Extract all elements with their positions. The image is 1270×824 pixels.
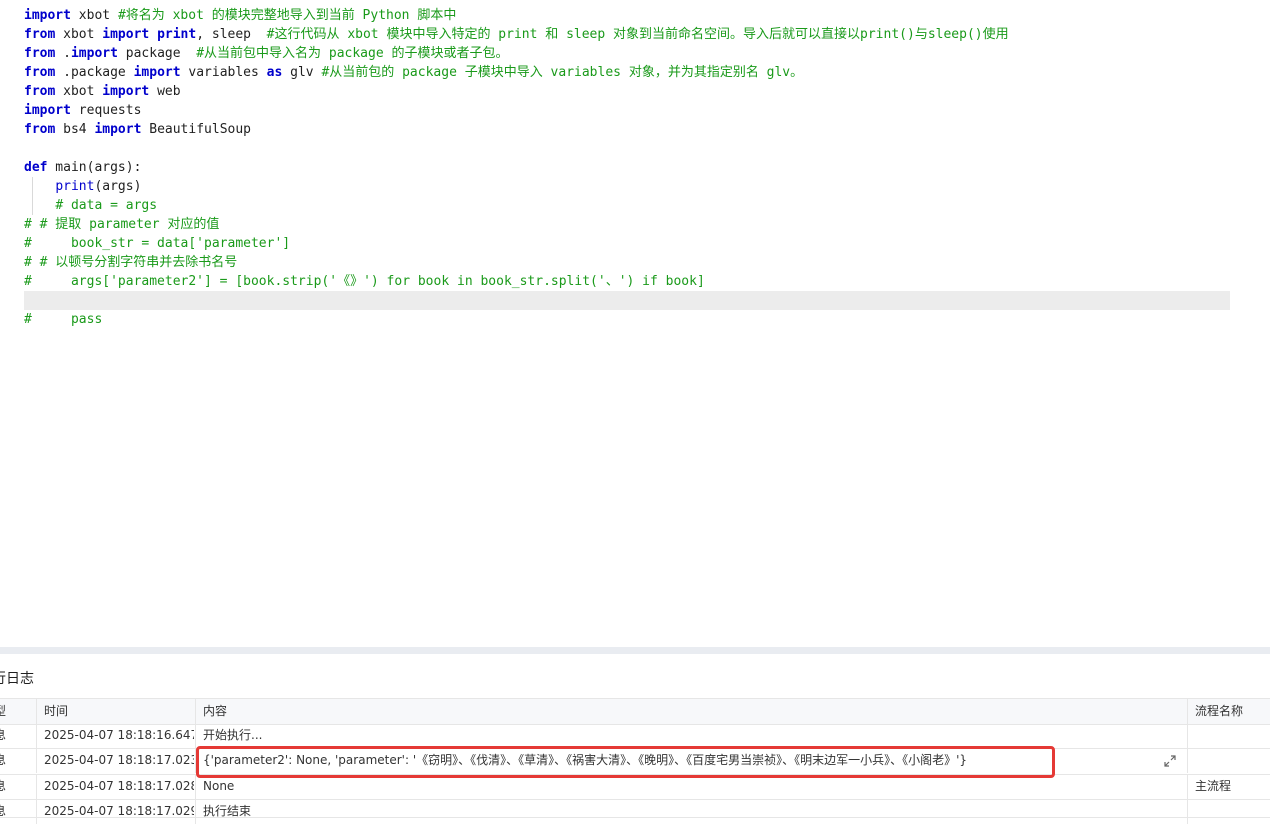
row-time: 2025-04-07 18:18:16.647 <box>44 728 194 742</box>
code-token: from <box>24 122 56 137</box>
code-token: main(args): <box>47 160 142 175</box>
highlight-box <box>196 746 1055 778</box>
code-line[interactable]: # args['parameter2'] = [book.strip('《》')… <box>24 272 705 291</box>
code-token: import <box>24 8 71 23</box>
code-token: xbot <box>55 27 103 42</box>
code-token: # args['parameter2'] = [book.strip('《》')… <box>24 274 705 289</box>
code-line[interactable]: from bs4 import BeautifulSoup <box>24 120 251 139</box>
row-content: 开始执行... <box>203 728 263 742</box>
code-line[interactable]: from xbot import print, sleep #这行代码从 xbo… <box>24 25 1009 44</box>
code-line[interactable]: import requests <box>24 101 141 120</box>
header-type: 型 <box>0 704 7 718</box>
row-flow <box>1195 723 1270 748</box>
code-line[interactable]: from .package import variables as glv #从… <box>24 63 803 82</box>
row-flow <box>1195 799 1270 824</box>
code-token: (args) <box>94 179 142 194</box>
code-token: #从当前包中导入名为 package 的子模块或者子包。 <box>196 46 509 61</box>
code-token: web <box>149 84 181 99</box>
header-time: 时间 <box>44 704 69 718</box>
code-token: requests <box>70 103 142 118</box>
code-token: xbot <box>55 84 103 99</box>
row-flow: 主流程 <box>1195 779 1232 793</box>
code-token: print <box>157 27 197 42</box>
code-token: from <box>24 84 56 99</box>
code-token: #从当前包的 package 子模块中导入 variables 对象，并为其指定… <box>321 65 804 80</box>
table-row[interactable]: 息 2025-04-07 18:18:17.029 执行结束 <box>0 799 1270 824</box>
code-token: variables <box>180 65 267 80</box>
code-token: #这行代码从 xbot 模块中导入特定的 print 和 sleep 对象到当前… <box>266 27 1009 42</box>
code-token: package <box>117 46 197 61</box>
code-token: import <box>102 84 150 99</box>
panel-divider[interactable] <box>0 647 1270 654</box>
code-line[interactable]: # pass <box>24 310 102 329</box>
code-token: import <box>24 103 71 118</box>
code-line[interactable]: def main(args): <box>24 158 141 177</box>
row-type: 息 <box>0 804 7 818</box>
code-token: , sleep <box>196 27 267 42</box>
code-line[interactable]: # book_str = data['parameter'] <box>24 234 290 253</box>
row-type: 息 <box>0 728 7 742</box>
code-token: xbot <box>70 8 118 23</box>
code-token: # pass <box>24 312 103 327</box>
row-time: 2025-04-07 18:18:17.023 <box>44 753 194 767</box>
code-token: print <box>55 179 95 194</box>
header-content: 内容 <box>203 704 228 718</box>
code-line[interactable]: # data = args <box>24 196 157 215</box>
row-flow <box>1195 748 1270 773</box>
log-panel-title: 行日志 <box>0 671 34 687</box>
code-token: BeautifulSoup <box>141 122 251 137</box>
row-content: 执行结束 <box>203 804 252 818</box>
expand-icon[interactable] <box>1164 755 1176 767</box>
code-line[interactable]: # # 提取 parameter 对应的值 <box>24 215 219 234</box>
code-token: import <box>102 27 150 42</box>
code-token: def <box>24 160 48 175</box>
code-token: import <box>133 65 181 80</box>
code-editor[interactable]: import xbot #将名为 xbot 的模块完整地导入到当前 Python… <box>0 0 1270 647</box>
code-token: # data = args <box>55 198 158 213</box>
code-line[interactable]: from .import package #从当前包中导入名为 package … <box>24 44 509 63</box>
code-token: from <box>24 27 56 42</box>
code-token: from <box>24 46 56 61</box>
row-time: 2025-04-07 18:18:17.029 <box>44 804 194 818</box>
active-line-highlight <box>24 291 1230 310</box>
code-token: import <box>70 46 118 61</box>
code-token: # # 以顿号分割字符串并去除书名号 <box>24 255 238 270</box>
code-token: . <box>55 46 71 61</box>
code-token: .package <box>55 65 134 80</box>
code-token: bs4 <box>55 122 95 137</box>
row-type: 息 <box>0 753 7 767</box>
header-flow: 流程名称 <box>1195 704 1244 718</box>
code-token: #将名为 xbot 的模块完整地导入到当前 Python 脚本中 <box>117 8 457 23</box>
code-token: import <box>94 122 142 137</box>
row-type: 息 <box>0 779 7 793</box>
code-line[interactable]: # # 以顿号分割字符串并去除书名号 <box>24 253 237 272</box>
code-token: from <box>24 65 56 80</box>
code-token: # book_str = data['parameter'] <box>24 236 291 251</box>
code-token: # # 提取 parameter 对应的值 <box>24 217 220 232</box>
row-time: 2025-04-07 18:18:17.028 <box>44 779 194 793</box>
code-token: as <box>266 65 283 80</box>
code-line[interactable]: print(args) <box>24 177 141 196</box>
code-line[interactable]: import xbot #将名为 xbot 的模块完整地导入到当前 Python… <box>24 6 456 25</box>
code-token: glv <box>282 65 322 80</box>
code-line[interactable]: from xbot import web <box>24 82 181 101</box>
log-table-header: 型 时间 内容 流程名称 <box>0 698 1270 725</box>
